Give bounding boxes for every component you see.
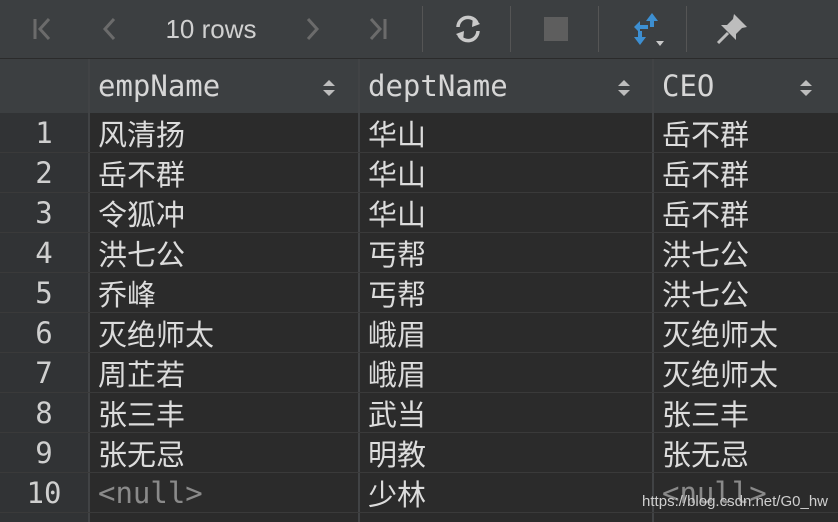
cell-ceo[interactable]: 灭绝师太 [652, 353, 838, 393]
cell-deptname[interactable]: 华山 [358, 113, 652, 153]
row-number[interactable]: 6 [0, 313, 88, 353]
cell-deptname[interactable]: 明教 [358, 433, 652, 473]
pin-icon [716, 14, 747, 45]
cell-ceo[interactable]: 张三丰 [652, 393, 838, 433]
compare-button[interactable] [620, 0, 672, 58]
cell-empname[interactable]: 张无忌 [88, 433, 358, 473]
stop-button[interactable] [532, 0, 580, 58]
next-page-button[interactable] [290, 0, 334, 58]
row-number[interactable]: 8 [0, 393, 88, 433]
rows-count-label[interactable]: 10 rows [152, 0, 270, 58]
row-number[interactable]: 5 [0, 273, 88, 313]
first-page-button[interactable] [22, 0, 66, 58]
cell-deptname[interactable]: 武当 [358, 393, 652, 433]
last-page-button[interactable] [354, 0, 398, 58]
row-number[interactable]: 4 [0, 233, 88, 273]
cell-ceo[interactable]: 洪七公 [652, 273, 838, 313]
row-number[interactable]: 1 [0, 113, 88, 153]
toolbar-separator [510, 6, 511, 52]
pin-button[interactable] [708, 0, 756, 58]
cell-deptname[interactable]: 丐帮 [358, 233, 652, 273]
cell-ceo[interactable]: 岳不群 [652, 113, 838, 153]
last-page-icon [369, 17, 387, 41]
cell-ceo[interactable]: 岳不群 [652, 193, 838, 233]
cell-deptname[interactable]: 华山 [358, 153, 652, 193]
cell-ceo[interactable]: 灭绝师太 [652, 313, 838, 353]
cell-empname[interactable]: 灭绝师太 [88, 313, 358, 353]
cell-empname[interactable]: 乔峰 [88, 273, 358, 313]
cell-empname[interactable]: 洪七公 [88, 233, 358, 273]
cell-deptname[interactable]: 峨眉 [358, 313, 652, 353]
cell-deptname[interactable]: 华山 [358, 193, 652, 233]
first-page-icon [33, 17, 51, 41]
watermark: https://blog.csdn.net/G0_hw [642, 493, 828, 510]
cell-empname[interactable]: 张三丰 [88, 393, 358, 433]
cell-deptname[interactable]: 丐帮 [358, 273, 652, 313]
sort-icon[interactable] [616, 77, 632, 99]
cell-ceo[interactable]: 洪七公 [652, 233, 838, 273]
refresh-button[interactable] [444, 0, 492, 58]
next-page-icon [306, 17, 320, 41]
cell-empname[interactable]: 风清扬 [88, 113, 358, 153]
toolbar-separator [686, 6, 687, 52]
sort-icon[interactable] [321, 77, 337, 99]
cell-empname[interactable]: <null> [88, 473, 358, 513]
prev-page-button[interactable] [88, 0, 132, 58]
cell-deptname[interactable]: 少林 [358, 473, 652, 513]
prev-page-icon [102, 17, 116, 41]
row-number[interactable]: 2 [0, 153, 88, 193]
row-number[interactable]: 10 [0, 473, 88, 513]
cell-ceo[interactable]: 岳不群 [652, 153, 838, 193]
cell-empname[interactable]: 令狐冲 [88, 193, 358, 233]
refresh-icon [456, 15, 480, 43]
cell-ceo[interactable]: 张无忌 [652, 433, 838, 473]
cell-deptname[interactable]: 峨眉 [358, 353, 652, 393]
cell-empname[interactable]: 周芷若 [88, 353, 358, 393]
toolbar-separator [422, 6, 423, 52]
cell-empname[interactable]: 岳不群 [88, 153, 358, 193]
compare-icon [634, 13, 664, 46]
column-header-empname[interactable]: empName [88, 59, 358, 113]
stop-icon [544, 17, 568, 41]
toolbar-separator [598, 6, 599, 52]
sort-icon[interactable] [798, 77, 814, 99]
row-number[interactable]: 7 [0, 353, 88, 393]
column-header-deptname[interactable]: deptName [358, 59, 652, 113]
result-toolbar: 10 rows [0, 0, 838, 59]
row-number[interactable]: 9 [0, 433, 88, 473]
row-number[interactable]: 3 [0, 193, 88, 233]
